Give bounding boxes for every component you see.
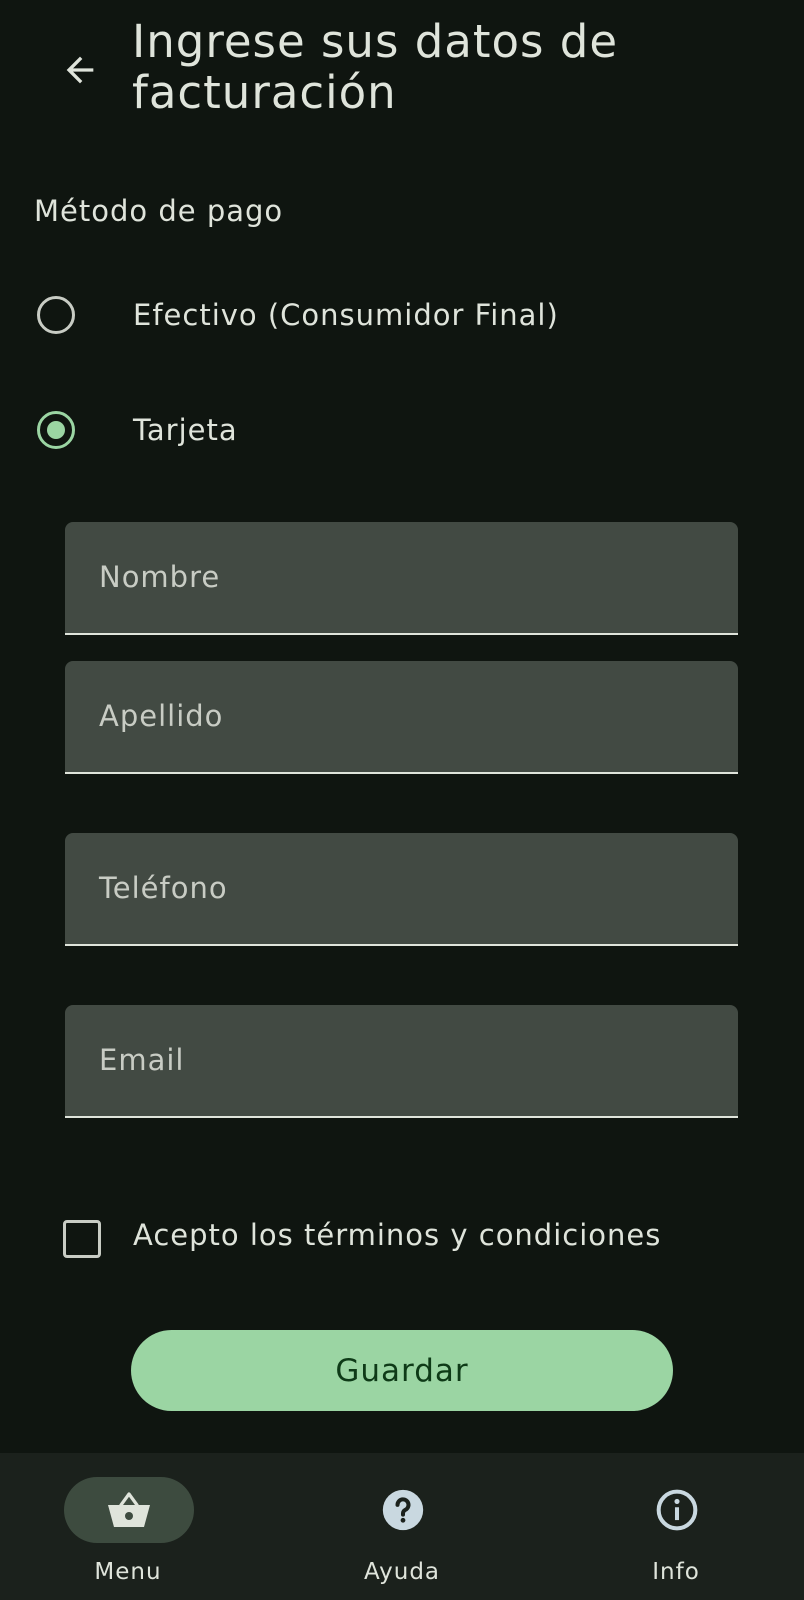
nav-icon-container [612, 1477, 742, 1543]
radio-selected-dot [47, 421, 65, 439]
terms-label: Acepto los términos y condiciones [133, 1218, 662, 1252]
last-name-field[interactable]: Apellido [65, 661, 738, 774]
nav-label-info: Info [652, 1559, 700, 1585]
radio-button-unselected[interactable] [37, 296, 75, 334]
nav-active-indicator [64, 1477, 194, 1543]
email-field[interactable]: Email [65, 1005, 738, 1118]
email-label: Email [99, 1043, 185, 1077]
nav-icon-container [338, 1477, 468, 1543]
first-name-field[interactable]: Nombre [65, 522, 738, 635]
terms-checkbox[interactable] [63, 1220, 101, 1258]
last-name-label: Apellido [99, 699, 224, 733]
first-name-label: Nombre [99, 560, 221, 594]
phone-label: Teléfono [99, 871, 228, 905]
nav-item-help[interactable]: Ayuda [302, 1453, 502, 1600]
radio-label-cash: Efectivo (Consumidor Final) [133, 298, 559, 332]
radio-option-card[interactable]: Tarjeta [0, 380, 804, 480]
save-button[interactable]: Guardar [131, 1330, 673, 1411]
radio-option-cash[interactable]: Efectivo (Consumidor Final) [0, 265, 804, 365]
arrow-back-icon [66, 56, 94, 84]
bottom-navigation: Menu Ayuda Info [0, 1453, 804, 1600]
nav-item-info[interactable]: Info [576, 1453, 776, 1600]
terms-row[interactable]: Acepto los términos y condiciones [0, 1200, 804, 1280]
info-icon [656, 1489, 698, 1531]
page-title: Ingrese sus datos de facturación [132, 15, 619, 119]
back-button[interactable] [56, 46, 104, 94]
billing-screen: Ingrese sus datos de facturación Método … [0, 0, 804, 1600]
help-icon [382, 1489, 424, 1531]
phone-field[interactable]: Teléfono [65, 833, 738, 946]
radio-label-card: Tarjeta [133, 413, 238, 447]
nav-label-help: Ayuda [363, 1559, 441, 1585]
nav-label-menu: Menu [94, 1559, 162, 1585]
payment-method-label: Método de pago [34, 194, 284, 228]
nav-item-menu[interactable]: Menu [28, 1453, 228, 1600]
radio-button-selected[interactable] [37, 411, 75, 449]
basket-icon [108, 1492, 150, 1527]
